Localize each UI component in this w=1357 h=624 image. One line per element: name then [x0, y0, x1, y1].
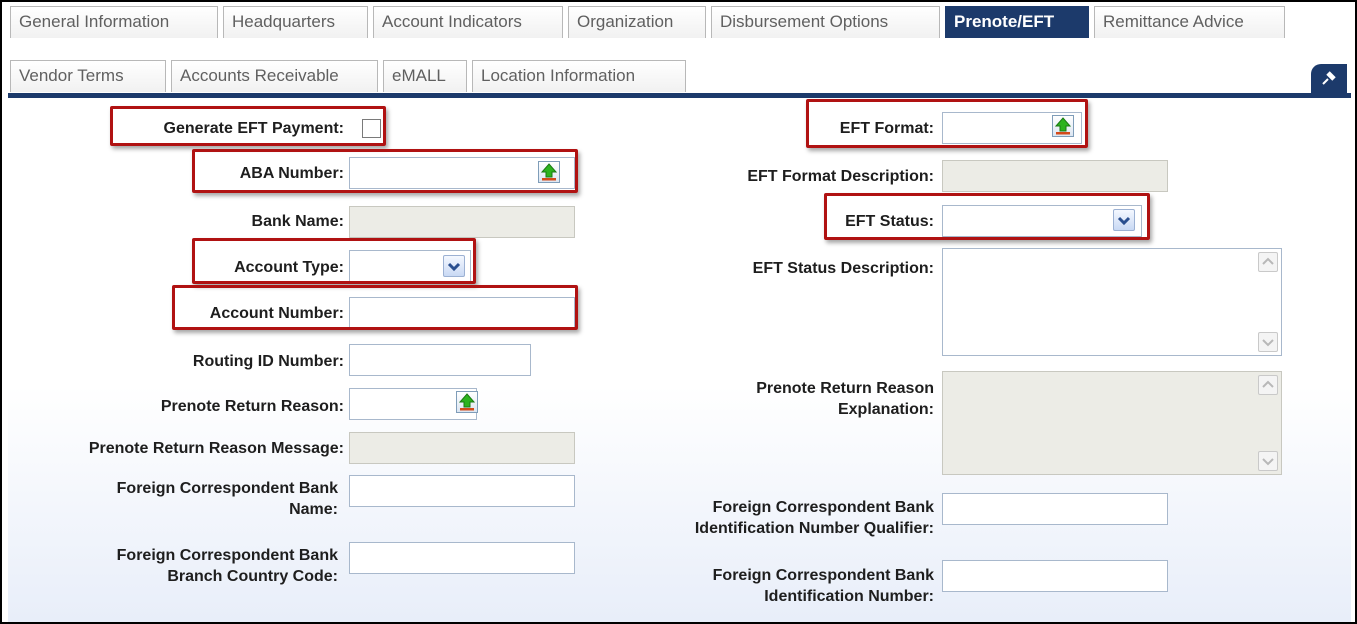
scroll-up-arrow-icon[interactable]: [1258, 375, 1278, 395]
prenote-eft-panel: Generate EFT Payment: ABA Number: Bank N…: [8, 98, 1351, 622]
fcb-name-label: Foreign Correspondent Bank Name:: [8, 478, 338, 520]
prenote-return-reason-message-label: Prenote Return Reason Message:: [88, 440, 344, 457]
fcb-id-number-label: Foreign Correspondent Bank Identificatio…: [608, 565, 934, 607]
fcb-id-number-qualifier-input[interactable]: [942, 493, 1168, 525]
bank-name-label: Bank Name:: [251, 213, 344, 230]
highlight-account-type: [192, 238, 476, 284]
fcb-name-label-line1: Foreign Correspondent Bank: [116, 480, 338, 497]
prenote-return-reason-message-field: [349, 432, 575, 464]
tab-location-information[interactable]: Location Information: [472, 60, 686, 92]
tab-emall[interactable]: eMALL: [383, 60, 467, 92]
bank-name-field: [349, 206, 575, 238]
tab-remittance-advice[interactable]: Remittance Advice: [1094, 6, 1285, 38]
fcb-id-number-qualifier-label-line2: Identification Number Qualifier:: [694, 520, 934, 537]
eft-status-description-scrollbar[interactable]: [1255, 249, 1281, 355]
tab-prenote-eft[interactable]: Prenote/EFT: [945, 6, 1089, 38]
fcb-id-number-qualifier-label-line1: Foreign Correspondent Bank: [712, 499, 934, 516]
fcb-id-number-label-line2: Identification Number:: [764, 588, 934, 605]
prenote-return-reason-explanation-label: Prenote Return Reason Explanation:: [628, 378, 934, 420]
highlight-eft-status: [824, 193, 1150, 240]
prenote-return-reason-explanation-label-line2: Explanation:: [837, 401, 934, 418]
fcb-name-label-line2: Name:: [289, 501, 338, 518]
eft-format-description-field: [942, 160, 1168, 192]
fcb-branch-country-code-label-line1: Foreign Correspondent Bank: [116, 547, 338, 564]
tab-row-2: Vendor Terms Accounts Receivable eMALL L…: [2, 56, 1355, 92]
fcb-name-input[interactable]: [349, 475, 575, 507]
fcb-id-number-label-line1: Foreign Correspondent Bank: [712, 567, 934, 584]
vendor-form-window: General Information Headquarters Account…: [0, 0, 1357, 624]
eft-format-description-label: EFT Format Description:: [747, 168, 934, 185]
tab-headquarters[interactable]: Headquarters: [223, 6, 368, 38]
highlight-generate-eft-payment: [110, 106, 386, 146]
highlight-aba-number: [192, 149, 578, 193]
tab-accounts-receivable[interactable]: Accounts Receivable: [171, 60, 378, 92]
fcb-branch-country-code-label-line2: Branch Country Code:: [167, 568, 338, 585]
scroll-up-arrow-icon[interactable]: [1258, 252, 1278, 272]
tab-account-indicators[interactable]: Account Indicators: [373, 6, 563, 38]
prenote-return-reason-label: Prenote Return Reason:: [160, 398, 344, 415]
prenote-return-reason-explanation-scrollbar[interactable]: [1255, 372, 1281, 474]
tab-row-1: General Information Headquarters Account…: [2, 2, 1355, 38]
fcb-branch-country-code-input[interactable]: [349, 542, 575, 574]
tab-disbursement-options[interactable]: Disbursement Options: [711, 6, 940, 38]
routing-id-number-label: Routing ID Number:: [192, 353, 344, 370]
fcb-id-number-input[interactable]: [942, 560, 1168, 592]
prenote-return-reason-explanation-textarea: [942, 371, 1282, 475]
fcb-branch-country-code-label: Foreign Correspondent Bank Branch Countr…: [8, 545, 338, 587]
tab-organization[interactable]: Organization: [568, 6, 706, 38]
fcb-id-number-qualifier-label: Foreign Correspondent Bank Identificatio…: [608, 497, 934, 539]
prenote-return-reason-explanation-label-line1: Prenote Return Reason: [756, 380, 934, 397]
tab-general-information[interactable]: General Information: [10, 6, 218, 38]
highlight-account-number: [172, 285, 578, 330]
prenote-return-reason-lookup-icon[interactable]: [456, 391, 478, 413]
eft-status-description-label: EFT Status Description:: [752, 260, 934, 277]
tab-vendor-terms[interactable]: Vendor Terms: [10, 60, 166, 92]
scroll-down-arrow-icon[interactable]: [1258, 451, 1278, 471]
eft-status-description-textarea[interactable]: [942, 248, 1282, 356]
highlight-eft-format: [806, 99, 1088, 148]
routing-id-number-input[interactable]: [349, 344, 531, 376]
scroll-down-arrow-icon[interactable]: [1258, 332, 1278, 352]
pin-icon[interactable]: [1311, 64, 1347, 93]
